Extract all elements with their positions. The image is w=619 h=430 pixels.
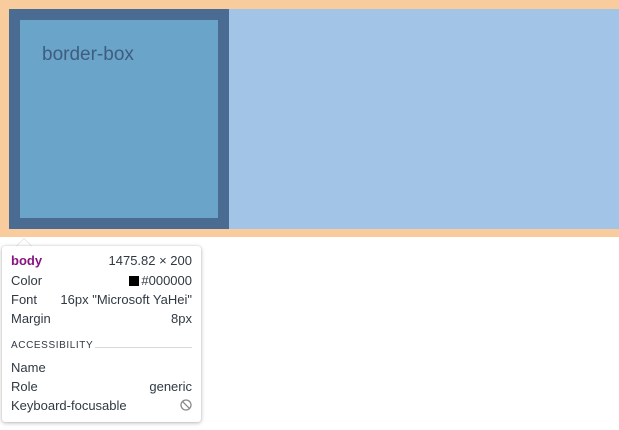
- keyboard-focusable-label: Keyboard-focusable: [11, 398, 127, 413]
- inspect-tooltip: body 1475.82 × 200 Color #000000 Font 16…: [2, 246, 201, 422]
- border-box-label: border-box: [42, 44, 134, 65]
- font-value: 16px "Microsoft YaHei": [60, 292, 192, 307]
- not-focusable-icon: [180, 399, 192, 411]
- color-label: Color: [11, 273, 43, 288]
- color-hex: #000000: [141, 273, 192, 288]
- role-value: generic: [149, 379, 192, 394]
- color-row: Color #000000: [11, 272, 192, 290]
- role-label: Role: [11, 379, 38, 394]
- color-swatch: [129, 276, 140, 286]
- font-row: Font 16px "Microsoft YaHei": [11, 291, 192, 309]
- font-label: Font: [11, 292, 38, 307]
- color-value: #000000: [129, 272, 192, 290]
- name-row: Name: [11, 359, 192, 377]
- margin-value: 8px: [171, 311, 192, 326]
- element-size: 1475.82 × 200: [108, 253, 193, 268]
- keyboard-focusable-row: Keyboard-focusable: [11, 397, 192, 415]
- accessibility-section-title: ACCESSIBILITY: [11, 340, 94, 351]
- margin-row: Margin 8px: [11, 310, 192, 328]
- name-label: Name: [11, 360, 46, 375]
- role-row: Role generic: [11, 378, 192, 396]
- element-tag: body: [11, 253, 43, 268]
- margin-label: Margin: [11, 311, 51, 326]
- section-divider: [95, 347, 192, 348]
- tooltip-header: body 1475.82 × 200: [11, 252, 192, 270]
